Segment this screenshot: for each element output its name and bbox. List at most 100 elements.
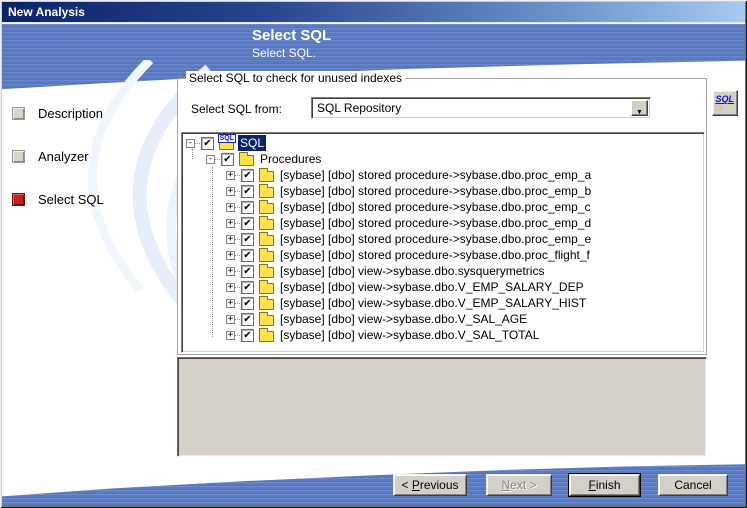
tree-item-label[interactable]: [sybase] [dbo] stored procedure->sybase.… [278, 167, 593, 183]
tree-checkbox[interactable]: ✔ [241, 296, 254, 310]
expand-icon[interactable]: + [226, 170, 235, 180]
tree-checkbox[interactable]: ✔ [241, 312, 254, 326]
tree-connector [235, 238, 240, 240]
tree-connector [235, 286, 240, 288]
finish-button[interactable]: Finish [569, 474, 640, 496]
expand-icon[interactable]: + [226, 202, 235, 212]
tree-connector [235, 222, 240, 224]
select-sql-groupbox: Select SQL to check for unused indexes S… [177, 71, 707, 355]
tree-connector [195, 142, 200, 144]
dropdown-arrow-button[interactable]: ▼ [631, 100, 648, 116]
tree-checkbox[interactable]: ✔ [241, 328, 254, 342]
tree-item-label[interactable]: [sybase] [dbo] view->sybase.dbo.V_SAL_TO… [278, 327, 541, 343]
tree-row[interactable]: + ✔ [sybase] [dbo] view->sybase.dbo.V_EMP_… [184, 279, 702, 295]
tree-connector [235, 302, 240, 304]
folder-icon [259, 279, 274, 294]
step-indicator-icon [12, 150, 25, 163]
expand-icon[interactable]: + [226, 298, 235, 308]
sql-preview-button[interactable]: SQL ☞ [712, 90, 738, 116]
tree-row[interactable]: + ✔ [sybase] [dbo] stored procedure->sybas… [184, 199, 702, 215]
folder-icon [259, 311, 274, 326]
folder-icon [259, 327, 274, 342]
tree-item-label[interactable]: [sybase] [dbo] view->sybase.dbo.V_EMP_SA… [278, 295, 588, 311]
tree-item-label[interactable]: SQL [238, 135, 267, 151]
sql-source-selected-value: SQL Repository [317, 101, 402, 115]
tree-item-label[interactable]: [sybase] [dbo] stored procedure->sybase.… [278, 183, 593, 199]
sql-badge: SQL [217, 133, 236, 143]
sql-tree[interactable]: - ✔ SQL SQL - ✔ Procedures + ✔ [sybase] [dbo] sto… [181, 132, 705, 353]
step-label: Analyzer [38, 149, 89, 164]
tree-guide-line [192, 149, 193, 159]
folder-icon [259, 215, 274, 230]
tree-item-label[interactable]: [sybase] [dbo] stored procedure->sybase.… [278, 231, 593, 247]
folder-icon [259, 295, 274, 310]
sql-hand-icon: SQL ☞ [714, 94, 734, 115]
tree-checkbox[interactable]: ✔ [241, 280, 254, 294]
folder-icon [259, 247, 274, 262]
page-subtitle: Select SQL. [252, 46, 317, 60]
tree-connector [235, 206, 240, 208]
collapse-icon[interactable]: - [186, 138, 195, 148]
tree-row[interactable]: + ✔ [sybase] [dbo] view->sybase.dbo.sysque… [184, 263, 702, 279]
tree-row[interactable]: + ✔ [sybase] [dbo] stored procedure->sybas… [184, 247, 702, 263]
expand-icon[interactable]: + [226, 234, 235, 244]
tree-row[interactable]: + ✔ [sybase] [dbo] stored procedure->sybas… [184, 167, 702, 183]
step-indicator-icon [12, 107, 25, 120]
tree-checkbox[interactable]: ✔ [241, 248, 254, 262]
folder-icon [239, 151, 254, 166]
tree-checkbox[interactable]: ✔ [241, 168, 254, 182]
sql-source-dropdown[interactable]: SQL Repository ▼ [311, 97, 651, 119]
expand-icon[interactable]: + [226, 282, 235, 292]
tree-connector [235, 318, 240, 320]
expand-icon[interactable]: + [226, 218, 235, 228]
folder-icon [259, 167, 274, 182]
tree-row[interactable]: + ✔ [sybase] [dbo] stored procedure->sybas… [184, 215, 702, 231]
tree-row[interactable]: + ✔ [sybase] [dbo] view->sybase.dbo.V_SAL_… [184, 327, 702, 343]
tree-item-label[interactable]: [sybase] [dbo] stored procedure->sybase.… [278, 247, 592, 263]
previous-button[interactable]: < Previous [393, 474, 467, 496]
tree-row[interactable]: - ✔ SQL SQL [184, 133, 702, 151]
expand-icon[interactable]: + [226, 330, 235, 340]
step-label: Description [38, 106, 104, 121]
tree-connector [215, 158, 220, 160]
tree-checkbox[interactable]: ✔ [241, 232, 254, 246]
tree-connector [235, 190, 240, 192]
step-indicator-active-icon [12, 193, 25, 206]
select-sql-from-label: Select SQL from: [191, 102, 282, 116]
folder-icon [259, 183, 274, 198]
tree-item-label[interactable]: [sybase] [dbo] view->sybase.dbo.V_EMP_SA… [278, 279, 586, 295]
expand-icon[interactable]: + [226, 266, 235, 276]
tree-item-label[interactable]: [sybase] [dbo] view->sybase.dbo.V_SAL_AG… [278, 311, 529, 327]
tree-checkbox[interactable]: ✔ [241, 184, 254, 198]
tree-row[interactable]: - ✔ Procedures [184, 151, 702, 167]
tree-item-label[interactable]: Procedures [258, 151, 323, 167]
tree-connector [235, 270, 240, 272]
collapse-icon[interactable]: - [206, 154, 215, 164]
expand-icon[interactable]: + [226, 186, 235, 196]
next-button[interactable]: Next > [486, 474, 552, 496]
tree-checkbox[interactable]: ✔ [241, 200, 254, 214]
tree-row[interactable]: + ✔ [sybase] [dbo] view->sybase.dbo.V_SAL_… [184, 311, 702, 327]
chevron-down-icon: ▼ [636, 109, 643, 116]
tree-item-label[interactable]: [sybase] [dbo] view->sybase.dbo.sysquery… [278, 263, 546, 279]
tree-row[interactable]: + ✔ [sybase] [dbo] stored procedure->sybas… [184, 231, 702, 247]
folder-icon [259, 199, 274, 214]
tree-item-label[interactable]: [sybase] [dbo] stored procedure->sybase.… [278, 199, 593, 215]
sql-folder-icon: SQL [217, 133, 236, 150]
tree-item-label[interactable]: [sybase] [dbo] stored procedure->sybase.… [278, 215, 593, 231]
window-title: New Analysis [8, 5, 85, 19]
tree-row[interactable]: + ✔ [sybase] [dbo] stored procedure->sybas… [184, 183, 702, 199]
tree-checkbox[interactable]: ✔ [241, 216, 254, 230]
tree-guide-line [212, 167, 213, 337]
expand-icon[interactable]: + [226, 314, 235, 324]
title-bar[interactable]: New Analysis [2, 2, 745, 23]
groupbox-title: Select SQL to check for unused indexes [186, 71, 406, 85]
folder-icon [259, 263, 274, 278]
page-title: Select SQL [252, 27, 332, 44]
tree-row[interactable]: + ✔ [sybase] [dbo] view->sybase.dbo.V_EMP_… [184, 295, 702, 311]
tree-checkbox[interactable]: ✔ [241, 264, 254, 278]
expand-icon[interactable]: + [226, 250, 235, 260]
tree-checkbox[interactable]: ✔ [201, 136, 214, 150]
cancel-button[interactable]: Cancel [658, 474, 728, 496]
tree-checkbox[interactable]: ✔ [221, 152, 234, 166]
